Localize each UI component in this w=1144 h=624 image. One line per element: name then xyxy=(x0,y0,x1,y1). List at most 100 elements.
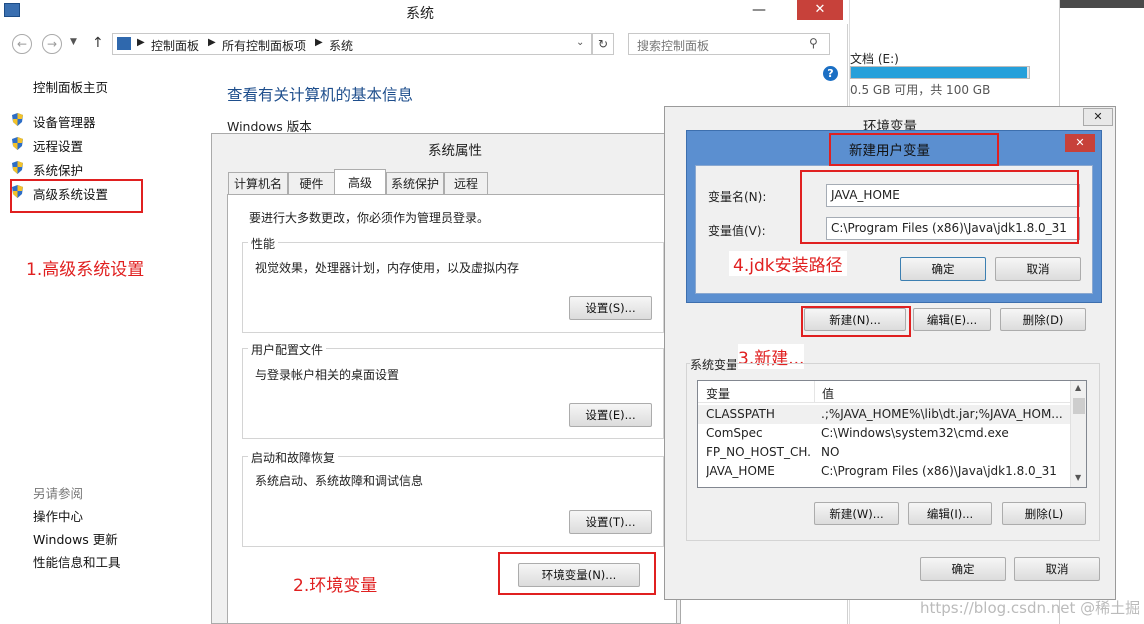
performance-title: 性能 xyxy=(248,235,279,252)
new-var-cancel-button[interactable]: 取消 xyxy=(995,257,1081,281)
see-also-title: 另请参阅 xyxy=(33,486,84,501)
table-row[interactable]: JAVA_HOME C:\Program Files (x86)\Java\jd… xyxy=(698,462,1070,481)
performance-settings-button[interactable]: 设置(S)... xyxy=(569,296,652,320)
highlight-box xyxy=(829,133,999,166)
sidebar-item-remote-settings[interactable]: 远程设置 xyxy=(33,136,83,155)
chevron-down-icon[interactable]: ⌄ xyxy=(576,37,584,48)
refresh-icon[interactable]: ↻ xyxy=(592,33,614,55)
variable-value: C:\Program Files (x86)\Java\jdk1.8.0_31 xyxy=(821,464,1057,478)
forward-icon[interactable]: → xyxy=(42,34,62,54)
shield-icon xyxy=(12,161,23,174)
drive-name: 文档 (E:) xyxy=(850,52,899,66)
variable-value-label: 变量值(V): xyxy=(708,224,766,238)
variable-value: C:\Windows\system32\cmd.exe xyxy=(821,426,1009,440)
user-profile-title: 用户配置文件 xyxy=(248,341,327,358)
startup-recovery-title: 启动和故障恢复 xyxy=(248,449,339,466)
variable-value: NO xyxy=(821,445,840,459)
startup-recovery-desc: 系统启动、系统故障和调试信息 xyxy=(255,474,424,488)
page-title: 查看有关计算机的基本信息 xyxy=(227,86,414,104)
new-var-close-button[interactable]: ✕ xyxy=(1065,134,1095,152)
close-button[interactable]: ✕ xyxy=(797,0,843,20)
history-dropdown-icon[interactable]: ▼ xyxy=(70,37,77,47)
search-placeholder: 搜索控制面板 xyxy=(637,39,710,53)
tab-remote[interactable]: 远程 xyxy=(444,172,488,194)
admin-note: 要进行大多数更改，你必须作为管理员登录。 xyxy=(249,211,490,225)
highlight-box xyxy=(800,170,1079,244)
minimize-button[interactable]: — xyxy=(752,2,766,18)
help-icon[interactable]: ? xyxy=(823,66,838,81)
see-also-action-center[interactable]: 操作中心 xyxy=(33,506,83,525)
breadcrumb-sep-icon: ▶ xyxy=(137,37,145,48)
scroll-up-icon[interactable]: ▲ xyxy=(1075,383,1081,392)
user-profile-desc: 与登录帐户相关的桌面设置 xyxy=(255,368,400,382)
annotation-step1: 1.高级系统设置 xyxy=(26,255,145,280)
user-edit-button[interactable]: 编辑(E)... xyxy=(913,308,991,331)
breadcrumb-sep-icon: ▶ xyxy=(208,37,216,48)
table-row[interactable]: CLASSPATH .;%JAVA_HOME%\lib\dt.jar;%JAVA… xyxy=(698,405,1070,424)
env-cancel-button[interactable]: 取消 xyxy=(1014,557,1100,581)
drive-usage-bar xyxy=(850,66,1030,79)
tab-advanced[interactable]: 高级 xyxy=(334,169,386,195)
column-divider xyxy=(814,381,815,403)
column-header-value[interactable]: 值 xyxy=(822,385,834,402)
system-new-button[interactable]: 新建(W)... xyxy=(814,502,899,525)
user-profile-settings-button[interactable]: 设置(E)... xyxy=(569,403,652,427)
system-variables-table[interactable]: 变量 值 CLASSPATH .;%JAVA_HOME%\lib\dt.jar;… xyxy=(697,380,1087,488)
drive-info: 0.5 GB 可用，共 100 GB xyxy=(850,83,991,97)
table-header: 变量 值 xyxy=(698,381,1070,403)
env-close-button[interactable]: ✕ xyxy=(1083,108,1113,126)
variable-name: ComSpec xyxy=(706,426,763,440)
breadcrumb-system[interactable]: 系统 xyxy=(329,37,353,54)
window-app-icon xyxy=(4,3,20,17)
control-panel-icon xyxy=(117,37,131,50)
tab-system-protection[interactable]: 系统保护 xyxy=(386,172,444,194)
variable-name-label: 变量名(N): xyxy=(708,190,767,204)
new-var-ok-button[interactable]: 确定 xyxy=(900,257,986,281)
variable-name: FP_NO_HOST_CH... xyxy=(706,445,812,459)
variable-name: CLASSPATH xyxy=(706,407,775,421)
address-bar[interactable]: ▶ 控制面板 ▶ 所有控制面板项 ▶ 系统 ⌄ xyxy=(112,33,592,55)
vertical-scrollbar[interactable]: ▲ ▼ xyxy=(1070,381,1086,487)
column-header-variable[interactable]: 变量 xyxy=(706,385,730,402)
highlight-box xyxy=(10,179,143,213)
scrollbar-thumb[interactable] xyxy=(1073,398,1085,414)
user-delete-button[interactable]: 删除(D) xyxy=(1000,308,1086,331)
tab-hardware[interactable]: 硬件 xyxy=(288,172,335,194)
sidebar-item-device-manager[interactable]: 设备管理器 xyxy=(33,112,96,131)
highlight-box xyxy=(498,552,656,595)
table-row[interactable]: FP_NO_HOST_CH... NO xyxy=(698,443,1070,462)
highlight-box xyxy=(801,306,911,337)
variable-value: .;%JAVA_HOME%\lib\dt.jar;%JAVA_HOM... xyxy=(821,407,1063,421)
search-input[interactable]: 搜索控制面板 ⚲ xyxy=(628,33,830,55)
annotation-step4: 4.jdk安装路径 xyxy=(729,251,847,276)
see-also-performance-tools[interactable]: 性能信息和工具 xyxy=(33,552,121,571)
search-icon[interactable]: ⚲ xyxy=(809,36,818,50)
window-title: 系统 xyxy=(406,6,434,22)
system-variables-title: 系统变量 xyxy=(690,356,736,373)
up-icon[interactable]: ↑ xyxy=(92,35,104,51)
system-edit-button[interactable]: 编辑(I)... xyxy=(908,502,992,525)
startup-recovery-settings-button[interactable]: 设置(T)... xyxy=(569,510,652,534)
breadcrumb-all-items[interactable]: 所有控制面板项 xyxy=(222,37,306,54)
sidebar-item-system-protection[interactable]: 系统保护 xyxy=(33,160,83,179)
annotation-step2: 2.环境变量 xyxy=(293,571,378,596)
watermark: https://blog.csdn.net @稀土掘金技术社区 xyxy=(920,599,1140,617)
sidebar-home[interactable]: 控制面板主页 xyxy=(33,77,108,96)
shield-icon xyxy=(12,137,23,150)
drive-usage-fill xyxy=(851,67,1028,78)
see-also-windows-update[interactable]: Windows 更新 xyxy=(33,529,118,548)
performance-desc: 视觉效果，处理器计划，内存使用，以及虚拟内存 xyxy=(255,261,520,275)
title-bar: 系统 — ✕ xyxy=(0,0,848,24)
system-delete-button[interactable]: 删除(L) xyxy=(1002,502,1086,525)
table-row[interactable]: ComSpec C:\Windows\system32\cmd.exe xyxy=(698,424,1070,443)
tab-computer-name[interactable]: 计算机名 xyxy=(228,172,288,194)
shield-icon xyxy=(12,113,23,126)
env-ok-button[interactable]: 确定 xyxy=(920,557,1006,581)
breadcrumb-sep-icon: ▶ xyxy=(315,37,323,48)
background-dark-strip xyxy=(1060,0,1144,8)
sys-props-title: 系统属性 xyxy=(428,143,482,159)
variable-name: JAVA_HOME xyxy=(706,464,775,478)
scroll-down-icon[interactable]: ▼ xyxy=(1075,473,1081,482)
back-icon[interactable]: ← xyxy=(12,34,32,54)
breadcrumb-control-panel[interactable]: 控制面板 xyxy=(151,37,199,54)
